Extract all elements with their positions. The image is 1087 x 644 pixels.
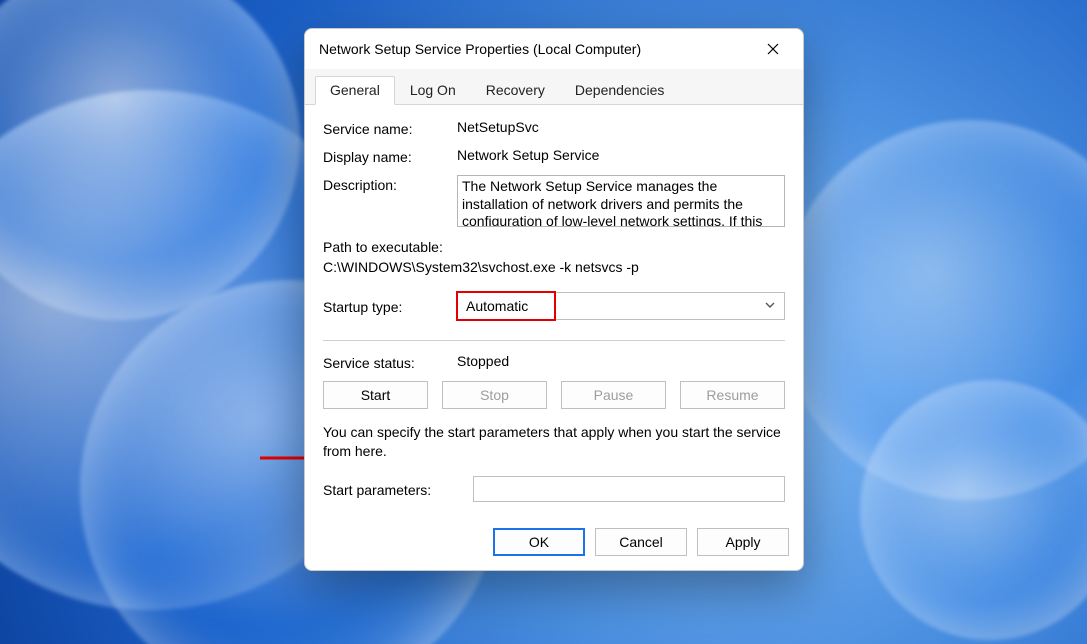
tabstrip: General Log On Recovery Dependencies bbox=[305, 69, 803, 105]
startup-type-select[interactable]: Automatic bbox=[457, 292, 785, 320]
ok-button[interactable]: OK bbox=[493, 528, 585, 556]
chevron-down-icon bbox=[764, 298, 776, 314]
start-parameters-input[interactable] bbox=[473, 476, 785, 502]
tab-recovery[interactable]: Recovery bbox=[471, 76, 560, 105]
dialog-footer: OK Cancel Apply bbox=[305, 518, 803, 570]
close-icon bbox=[767, 43, 779, 55]
service-status-value: Stopped bbox=[457, 353, 785, 369]
titlebar[interactable]: Network Setup Service Properties (Local … bbox=[305, 29, 803, 69]
tab-general[interactable]: General bbox=[315, 76, 395, 105]
apply-button[interactable]: Apply bbox=[697, 528, 789, 556]
divider bbox=[323, 340, 785, 341]
start-button[interactable]: Start bbox=[323, 381, 428, 409]
path-to-executable-value: C:\WINDOWS\System32\svchost.exe -k netsv… bbox=[323, 257, 785, 277]
service-properties-dialog: Network Setup Service Properties (Local … bbox=[304, 28, 804, 571]
service-status-label: Service status: bbox=[323, 353, 457, 371]
display-name-label: Display name: bbox=[323, 147, 457, 165]
pause-button[interactable]: Pause bbox=[561, 381, 666, 409]
tab-log-on[interactable]: Log On bbox=[395, 76, 471, 105]
description-text[interactable]: The Network Setup Service manages the in… bbox=[457, 175, 785, 227]
cancel-button[interactable]: Cancel bbox=[595, 528, 687, 556]
dialog-title: Network Setup Service Properties (Local … bbox=[319, 41, 751, 57]
dialog-body: Service name: NetSetupSvc Display name: … bbox=[305, 105, 803, 518]
service-name-label: Service name: bbox=[323, 119, 457, 137]
service-name-value: NetSetupSvc bbox=[457, 119, 785, 135]
close-button[interactable] bbox=[751, 34, 795, 64]
stop-button[interactable]: Stop bbox=[442, 381, 547, 409]
startup-type-value: Automatic bbox=[466, 298, 528, 314]
startup-type-label: Startup type: bbox=[323, 297, 457, 315]
start-parameters-label: Start parameters: bbox=[323, 480, 473, 498]
description-label: Description: bbox=[323, 175, 457, 193]
start-parameters-note: You can specify the start parameters tha… bbox=[323, 423, 785, 462]
display-name-value: Network Setup Service bbox=[457, 147, 785, 163]
tab-dependencies[interactable]: Dependencies bbox=[560, 76, 680, 105]
path-to-executable-label: Path to executable: bbox=[323, 237, 785, 257]
resume-button[interactable]: Resume bbox=[680, 381, 785, 409]
